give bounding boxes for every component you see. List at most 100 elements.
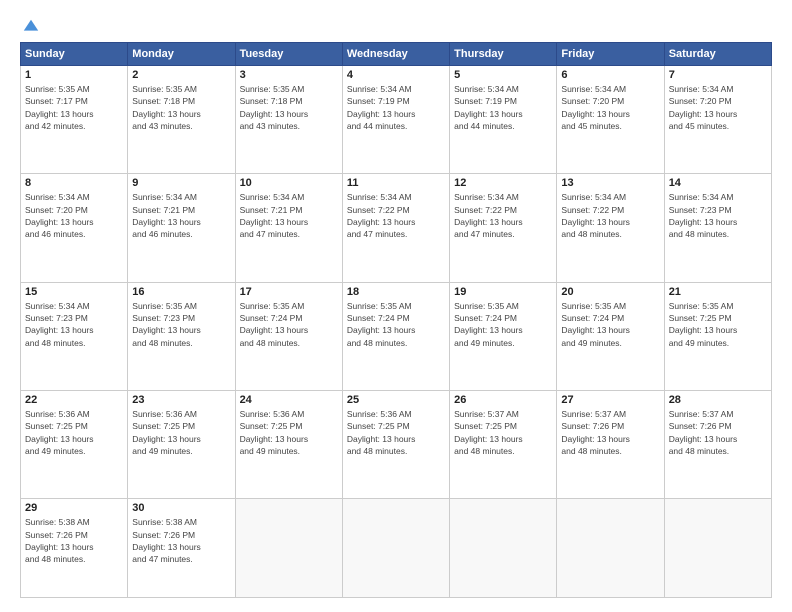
day-number: 12 <box>454 177 552 189</box>
day-info: Sunrise: 5:38 AMSunset: 7:26 PMDaylight:… <box>132 516 230 565</box>
day-number: 17 <box>240 286 338 298</box>
weekday-header-saturday: Saturday <box>664 43 771 66</box>
day-info: Sunrise: 5:35 AMSunset: 7:18 PMDaylight:… <box>132 83 230 132</box>
day-number: 7 <box>669 69 767 81</box>
day-cell: 19 Sunrise: 5:35 AMSunset: 7:24 PMDayligh… <box>450 282 557 390</box>
day-cell <box>557 499 664 598</box>
week-row-1: 8Sunrise: 5:34 AMSunset: 7:20 PMDaylight… <box>21 174 772 282</box>
day-info: Sunrise: 5:34 AMSunset: 7:21 PMDaylight:… <box>132 191 230 240</box>
calendar-table: SundayMondayTuesdayWednesdayThursdayFrid… <box>20 42 772 598</box>
day-info: Sunrise: 5:34 AMSunset: 7:20 PMDaylight:… <box>669 83 767 132</box>
day-number: 21 <box>669 286 767 298</box>
day-cell: 28 Sunrise: 5:37 AMSunset: 7:26 PMDayligh… <box>664 391 771 499</box>
day-number: 20 <box>561 286 659 298</box>
logo-text <box>20 18 40 36</box>
day-info: Sunrise: 5:37 AMSunset: 7:26 PMDaylight:… <box>561 408 659 457</box>
day-cell: 15 Sunrise: 5:34 AMSunset: 7:23 PMDayligh… <box>21 282 128 390</box>
day-number: 6 <box>561 69 659 81</box>
day-number: 9 <box>132 177 230 189</box>
week-row-0: 1 Sunrise: 5:35 AMSunset: 7:17 PMDaylight… <box>21 66 772 174</box>
day-number: 2 <box>132 69 230 81</box>
week-row-3: 22 Sunrise: 5:36 AMSunset: 7:25 PMDayligh… <box>21 391 772 499</box>
day-cell: 5 Sunrise: 5:34 AMSunset: 7:19 PMDaylight… <box>450 66 557 174</box>
day-info: Sunrise: 5:35 AMSunset: 7:23 PMDaylight:… <box>132 300 230 349</box>
day-info: Sunrise: 5:35 AMSunset: 7:18 PMDaylight:… <box>240 83 338 132</box>
day-number: 28 <box>669 394 767 406</box>
day-number: 22 <box>25 394 123 406</box>
day-info: Sunrise: 5:35 AMSunset: 7:25 PMDaylight:… <box>669 300 767 349</box>
week-row-2: 15 Sunrise: 5:34 AMSunset: 7:23 PMDayligh… <box>21 282 772 390</box>
day-cell: 26 Sunrise: 5:37 AMSunset: 7:25 PMDayligh… <box>450 391 557 499</box>
day-number: 5 <box>454 69 552 81</box>
weekday-header-sunday: Sunday <box>21 43 128 66</box>
day-info: Sunrise: 5:35 AMSunset: 7:24 PMDaylight:… <box>240 300 338 349</box>
logo-icon <box>22 18 40 36</box>
day-info: Sunrise: 5:36 AMSunset: 7:25 PMDaylight:… <box>347 408 445 457</box>
day-cell: 29 Sunrise: 5:38 AMSunset: 7:26 PMDayligh… <box>21 499 128 598</box>
day-number: 29 <box>25 502 123 514</box>
weekday-header-row: SundayMondayTuesdayWednesdayThursdayFrid… <box>21 43 772 66</box>
day-cell: 3 Sunrise: 5:35 AMSunset: 7:18 PMDaylight… <box>235 66 342 174</box>
day-cell: 4 Sunrise: 5:34 AMSunset: 7:19 PMDaylight… <box>342 66 449 174</box>
day-number: 15 <box>25 286 123 298</box>
day-info: Sunrise: 5:37 AMSunset: 7:25 PMDaylight:… <box>454 408 552 457</box>
day-info: Sunrise: 5:35 AMSunset: 7:17 PMDaylight:… <box>25 83 123 132</box>
day-cell: 23 Sunrise: 5:36 AMSunset: 7:25 PMDayligh… <box>128 391 235 499</box>
day-cell: 16Sunrise: 5:35 AMSunset: 7:23 PMDayligh… <box>128 282 235 390</box>
day-number: 4 <box>347 69 445 81</box>
page: SundayMondayTuesdayWednesdayThursdayFrid… <box>0 0 792 612</box>
day-info: Sunrise: 5:35 AMSunset: 7:24 PMDaylight:… <box>561 300 659 349</box>
day-cell: 6 Sunrise: 5:34 AMSunset: 7:20 PMDaylight… <box>557 66 664 174</box>
day-number: 26 <box>454 394 552 406</box>
day-cell: 14Sunrise: 5:34 AMSunset: 7:23 PMDayligh… <box>664 174 771 282</box>
day-info: Sunrise: 5:34 AMSunset: 7:19 PMDaylight:… <box>347 83 445 132</box>
day-cell: 27 Sunrise: 5:37 AMSunset: 7:26 PMDayligh… <box>557 391 664 499</box>
day-number: 23 <box>132 394 230 406</box>
day-number: 13 <box>561 177 659 189</box>
day-number: 3 <box>240 69 338 81</box>
day-info: Sunrise: 5:34 AMSunset: 7:20 PMDaylight:… <box>25 191 123 240</box>
day-cell <box>235 499 342 598</box>
weekday-header-thursday: Thursday <box>450 43 557 66</box>
day-cell: 21 Sunrise: 5:35 AMSunset: 7:25 PMDayligh… <box>664 282 771 390</box>
day-cell: 12 Sunrise: 5:34 AMSunset: 7:22 PMDayligh… <box>450 174 557 282</box>
day-number: 25 <box>347 394 445 406</box>
day-info: Sunrise: 5:35 AMSunset: 7:24 PMDaylight:… <box>454 300 552 349</box>
day-cell: 17 Sunrise: 5:35 AMSunset: 7:24 PMDayligh… <box>235 282 342 390</box>
day-cell <box>342 499 449 598</box>
day-info: Sunrise: 5:34 AMSunset: 7:23 PMDaylight:… <box>25 300 123 349</box>
day-info: Sunrise: 5:35 AMSunset: 7:24 PMDaylight:… <box>347 300 445 349</box>
day-info: Sunrise: 5:36 AMSunset: 7:25 PMDaylight:… <box>132 408 230 457</box>
day-info: Sunrise: 5:34 AMSunset: 7:22 PMDaylight:… <box>347 191 445 240</box>
day-info: Sunrise: 5:34 AMSunset: 7:22 PMDaylight:… <box>454 191 552 240</box>
day-number: 18 <box>347 286 445 298</box>
day-info: Sunrise: 5:34 AMSunset: 7:19 PMDaylight:… <box>454 83 552 132</box>
day-info: Sunrise: 5:36 AMSunset: 7:25 PMDaylight:… <box>240 408 338 457</box>
weekday-header-tuesday: Tuesday <box>235 43 342 66</box>
day-info: Sunrise: 5:34 AMSunset: 7:21 PMDaylight:… <box>240 191 338 240</box>
day-cell <box>664 499 771 598</box>
day-cell: 24 Sunrise: 5:36 AMSunset: 7:25 PMDayligh… <box>235 391 342 499</box>
day-cell: 11Sunrise: 5:34 AMSunset: 7:22 PMDayligh… <box>342 174 449 282</box>
day-info: Sunrise: 5:38 AMSunset: 7:26 PMDaylight:… <box>25 516 123 565</box>
day-number: 10 <box>240 177 338 189</box>
day-number: 24 <box>240 394 338 406</box>
day-cell: 20 Sunrise: 5:35 AMSunset: 7:24 PMDayligh… <box>557 282 664 390</box>
weekday-header-monday: Monday <box>128 43 235 66</box>
logo <box>20 18 40 32</box>
day-cell: 10 Sunrise: 5:34 AMSunset: 7:21 PMDayligh… <box>235 174 342 282</box>
day-cell: 22Sunrise: 5:36 AMSunset: 7:25 PMDayligh… <box>21 391 128 499</box>
day-number: 19 <box>454 286 552 298</box>
day-number: 1 <box>25 69 123 81</box>
day-number: 27 <box>561 394 659 406</box>
weekday-header-wednesday: Wednesday <box>342 43 449 66</box>
day-cell: 13Sunrise: 5:34 AMSunset: 7:22 PMDayligh… <box>557 174 664 282</box>
day-cell: 9 Sunrise: 5:34 AMSunset: 7:21 PMDaylight… <box>128 174 235 282</box>
weekday-header-friday: Friday <box>557 43 664 66</box>
day-cell: 18 Sunrise: 5:35 AMSunset: 7:24 PMDayligh… <box>342 282 449 390</box>
day-number: 30 <box>132 502 230 514</box>
day-number: 14 <box>669 177 767 189</box>
day-cell: 2 Sunrise: 5:35 AMSunset: 7:18 PMDaylight… <box>128 66 235 174</box>
day-info: Sunrise: 5:37 AMSunset: 7:26 PMDaylight:… <box>669 408 767 457</box>
day-info: Sunrise: 5:34 AMSunset: 7:20 PMDaylight:… <box>561 83 659 132</box>
